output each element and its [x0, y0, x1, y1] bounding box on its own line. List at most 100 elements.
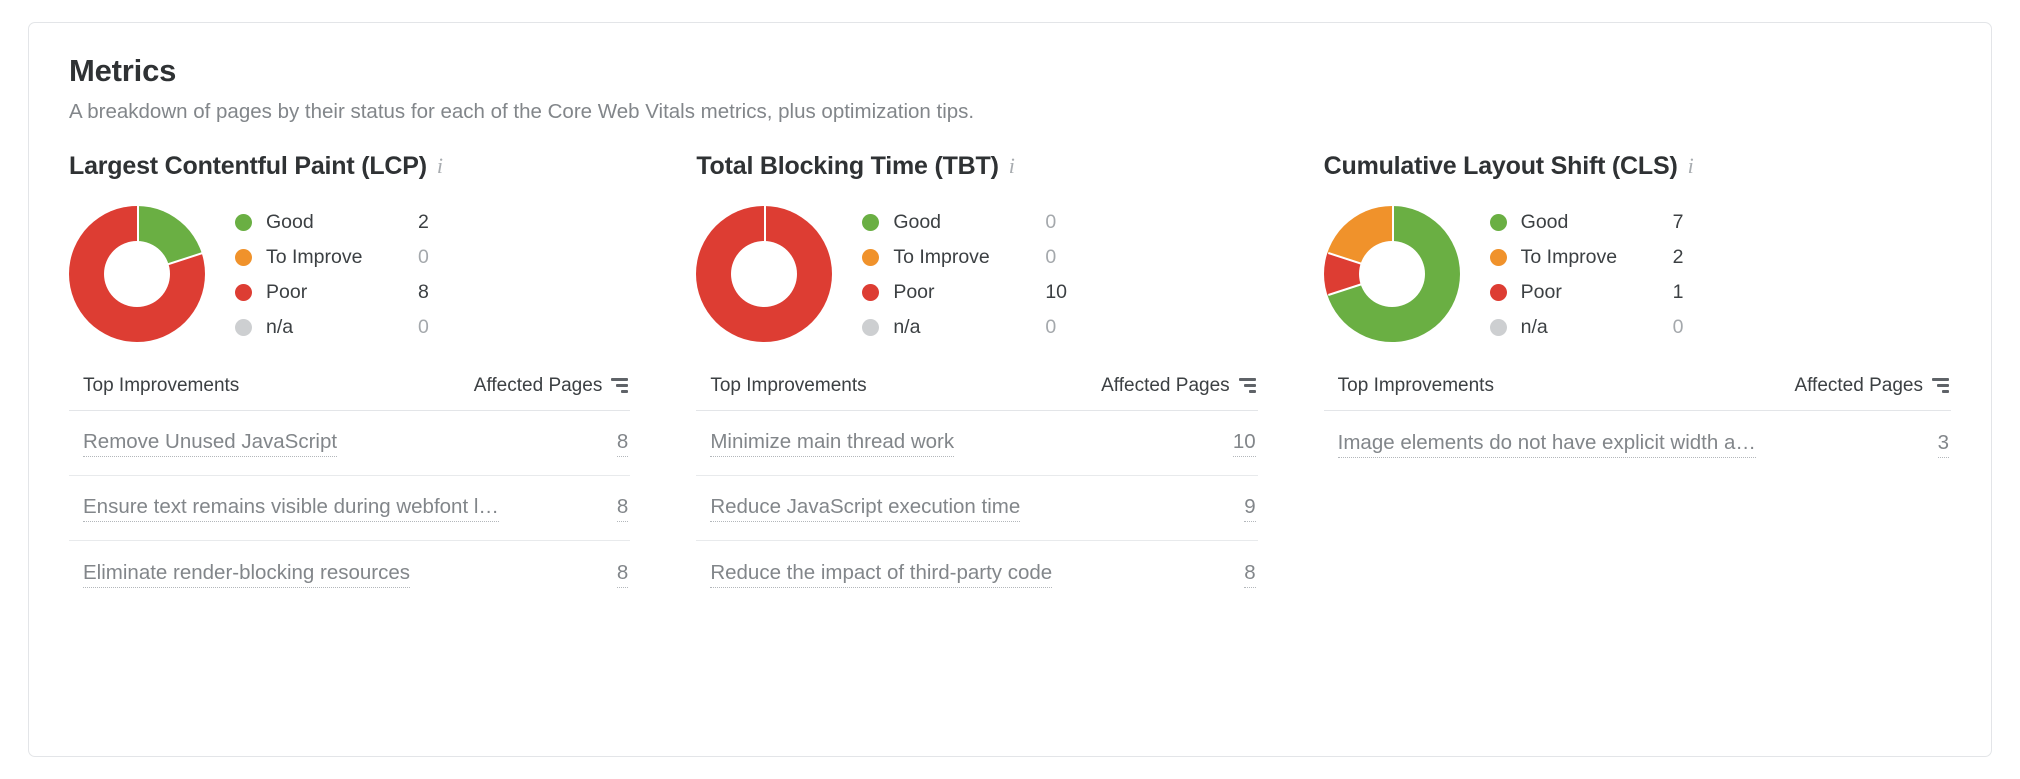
sort-descending-icon[interactable]	[1238, 377, 1256, 394]
legend-item-poor[interactable]: Poor 8	[235, 275, 448, 310]
improvement-link[interactable]: Reduce the impact of third-party code	[710, 559, 1053, 588]
legend-value: 2	[1672, 245, 1684, 268]
donut-segment-divider	[1327, 251, 1393, 275]
legend-label: Good	[893, 210, 942, 233]
legend-item-n-a[interactable]: n/a 0	[862, 310, 1075, 345]
legend-color-dot	[1489, 248, 1507, 266]
legend-value: 0	[1045, 210, 1057, 233]
legend-item-n-a[interactable]: n/a 0	[235, 310, 448, 345]
info-icon[interactable]: i	[1009, 155, 1015, 179]
table-header: Top Improvements Affected Pages	[1323, 375, 1951, 411]
table-row: Ensure text remains visible during webfo…	[69, 476, 631, 541]
legend-item-poor[interactable]: Poor 10	[862, 275, 1075, 310]
legend-item-to-improve[interactable]: To Improve 0	[862, 240, 1075, 275]
legend-label: To Improve	[1520, 245, 1618, 268]
legend-value: 8	[418, 280, 429, 303]
metric-title-cls: Cumulative Layout Shift (CLS)	[1323, 152, 1678, 181]
sort-descending-icon[interactable]	[611, 377, 629, 394]
legend-label: Poor	[1520, 280, 1562, 303]
metric-column-lcp: Largest Contentful Paint (LCP) i Good 2 To I…	[69, 153, 696, 606]
affected-pages-count[interactable]: 9	[1244, 493, 1256, 523]
donut-chart-tbt[interactable]	[696, 205, 833, 342]
column-header-affected-pages[interactable]: Affected Pages	[1101, 375, 1256, 397]
legend-label: n/a	[1520, 315, 1548, 338]
metric-title-lcp: Largest Contentful Paint (LCP)	[69, 152, 427, 181]
column-header-affected-pages[interactable]: Affected Pages	[1794, 375, 1949, 397]
legend-value: 1	[1672, 280, 1684, 303]
affected-pages-label: Affected Pages	[473, 374, 603, 396]
legend-item-good[interactable]: Good 2	[235, 205, 448, 240]
affected-pages-label: Affected Pages	[1101, 374, 1230, 396]
legend-label: n/a	[266, 315, 294, 338]
affected-pages-count[interactable]: 3	[1937, 429, 1949, 458]
metrics-card: Metrics A breakdown of pages by their st…	[28, 22, 1992, 757]
legend-color-dot	[862, 283, 880, 301]
column-header-top-improvements: Top Improvements	[83, 374, 240, 396]
legend-item-poor[interactable]: Poor 1	[1489, 275, 1703, 310]
metric-header-cls: Cumulative Layout Shift (CLS) i	[1324, 153, 1951, 181]
table-header: Top Improvements Affected Pages	[696, 374, 1258, 411]
improvement-link[interactable]: Eliminate render-blocking resources	[83, 559, 411, 588]
improvement-link[interactable]: Ensure text remains visible during webfo…	[83, 493, 499, 523]
legend-item-to-improve[interactable]: To Improve 0	[235, 240, 448, 275]
metric-title-tbt: Total Blocking Time (TBT)	[696, 152, 999, 181]
improvements-table-tbt: Top Improvements Affected Pages Minimize m…	[696, 374, 1258, 606]
metric-header-tbt: Total Blocking Time (TBT) i	[696, 153, 1257, 181]
donut-chart-lcp[interactable]	[69, 205, 205, 342]
legend-label: n/a	[893, 315, 921, 338]
legend-label: To Improve	[893, 245, 990, 268]
legend-item-good[interactable]: Good 7	[1489, 205, 1703, 240]
legend-color-dot	[235, 248, 252, 266]
affected-pages-count[interactable]: 8	[1244, 559, 1256, 588]
improvement-link[interactable]: Image elements do not have explicit widt…	[1337, 429, 1756, 458]
metric-column-tbt: Total Blocking Time (TBT) i Good 0 To Improv…	[696, 153, 1323, 606]
legend-color-dot	[862, 213, 880, 231]
donut-segment-divider	[764, 205, 767, 274]
affected-pages-count[interactable]: 10	[1232, 428, 1256, 458]
legend-label: Poor	[893, 280, 935, 303]
affected-pages-count[interactable]: 8	[616, 559, 629, 588]
chart-and-legend-tbt: Good 0 To Improve 0 Poor 10 n/a 0	[696, 203, 1257, 345]
metrics-columns: Largest Contentful Paint (LCP) i Good 2 To I…	[69, 153, 1951, 606]
affected-pages-count[interactable]: 8	[616, 428, 629, 458]
legend-color-dot	[1489, 283, 1507, 301]
improvement-link[interactable]: Remove Unused JavaScript	[83, 428, 338, 458]
legend-color-dot	[862, 248, 880, 266]
info-icon[interactable]: i	[437, 155, 443, 179]
legend-cls: Good 7 To Improve 2 Poor 1 n/a 0	[1489, 203, 1703, 345]
donut-segment-divider	[137, 251, 203, 275]
donut-segment-divider	[1327, 272, 1393, 296]
table-row: Reduce JavaScript execution time 9	[696, 476, 1258, 541]
legend-item-to-improve[interactable]: To Improve 2	[1489, 240, 1703, 275]
affected-pages-label: Affected Pages	[1794, 374, 1923, 396]
legend-item-n-a[interactable]: n/a 0	[1489, 310, 1703, 345]
improvement-link[interactable]: Minimize main thread work	[710, 428, 955, 458]
column-header-affected-pages[interactable]: Affected Pages	[474, 375, 629, 397]
legend-value: 0	[418, 315, 429, 338]
legend-item-good[interactable]: Good 0	[862, 205, 1075, 240]
legend-value: 7	[1672, 210, 1684, 233]
legend-value: 2	[418, 210, 429, 233]
legend-tbt: Good 0 To Improve 0 Poor 10 n/a 0	[862, 203, 1075, 345]
table-row: Reduce the impact of third-party code 8	[696, 541, 1257, 606]
legend-value: 0	[1045, 245, 1057, 268]
affected-pages-count[interactable]: 8	[616, 493, 629, 523]
legend-label: To Improve	[266, 245, 363, 268]
page-title: Metrics	[69, 53, 177, 88]
improvements-table-lcp: Top Improvements Affected Pages Remove Unu…	[69, 374, 631, 606]
table-header: Top Improvements Affected Pages	[69, 374, 631, 411]
table-row: Minimize main thread work 10	[696, 411, 1258, 476]
legend-label: Good	[266, 210, 314, 233]
column-header-top-improvements: Top Improvements	[710, 374, 867, 396]
improvement-link[interactable]: Reduce JavaScript execution time	[710, 493, 1021, 523]
legend-value: 0	[1672, 315, 1684, 338]
chart-and-legend-lcp: Good 2 To Improve 0 Poor 8 n/a 0	[69, 203, 630, 345]
donut-segment-divider	[1391, 205, 1394, 274]
page-root: Metrics A breakdown of pages by their st…	[0, 0, 2020, 779]
legend-color-dot	[862, 318, 880, 336]
info-icon[interactable]: i	[1688, 155, 1694, 179]
sort-descending-icon[interactable]	[1931, 377, 1949, 394]
legend-color-dot	[235, 213, 252, 231]
donut-chart-cls[interactable]	[1323, 205, 1460, 342]
legend-label: Poor	[266, 280, 308, 303]
